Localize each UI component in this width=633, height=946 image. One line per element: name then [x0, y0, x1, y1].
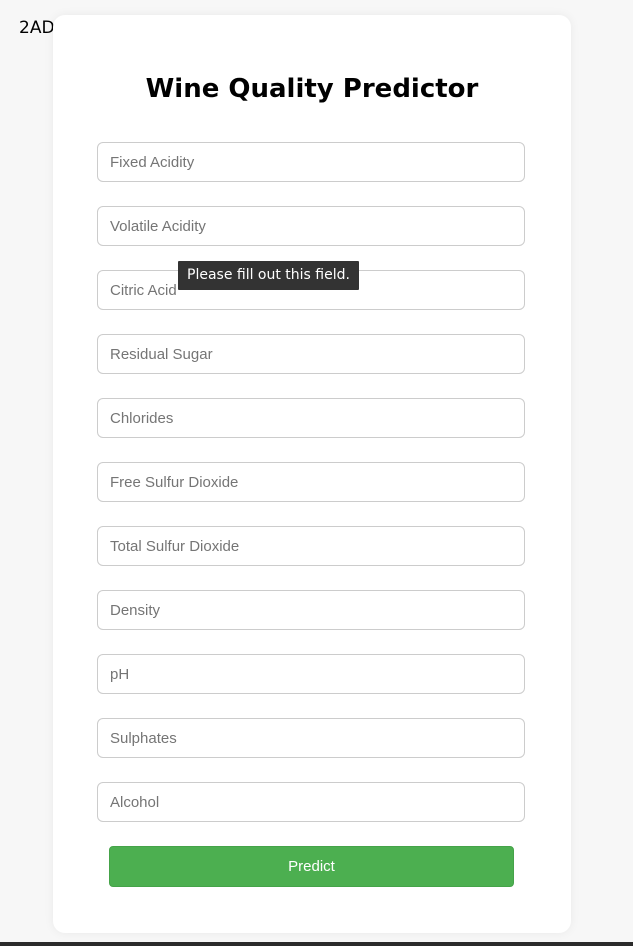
sulphates-input[interactable]	[97, 718, 525, 758]
page-title: Wine Quality Predictor	[145, 74, 479, 104]
density-input[interactable]	[97, 590, 525, 630]
total-sulfur-dioxide-input[interactable]	[97, 526, 525, 566]
form-card: Wine Quality Predictor Predict	[53, 15, 571, 933]
ph-input[interactable]	[97, 654, 525, 694]
fixed-acidity-input[interactable]	[97, 142, 525, 182]
residual-sugar-input[interactable]	[97, 334, 525, 374]
free-sulfur-dioxide-input[interactable]	[97, 462, 525, 502]
chlorides-input[interactable]	[97, 398, 525, 438]
validation-tooltip: Please fill out this field.	[178, 261, 359, 290]
corner-label: 2AD	[19, 18, 55, 38]
volatile-acidity-input[interactable]	[97, 206, 525, 246]
taskbar-edge	[0, 942, 633, 946]
alcohol-input[interactable]	[97, 782, 525, 822]
predict-button[interactable]: Predict	[109, 846, 514, 887]
